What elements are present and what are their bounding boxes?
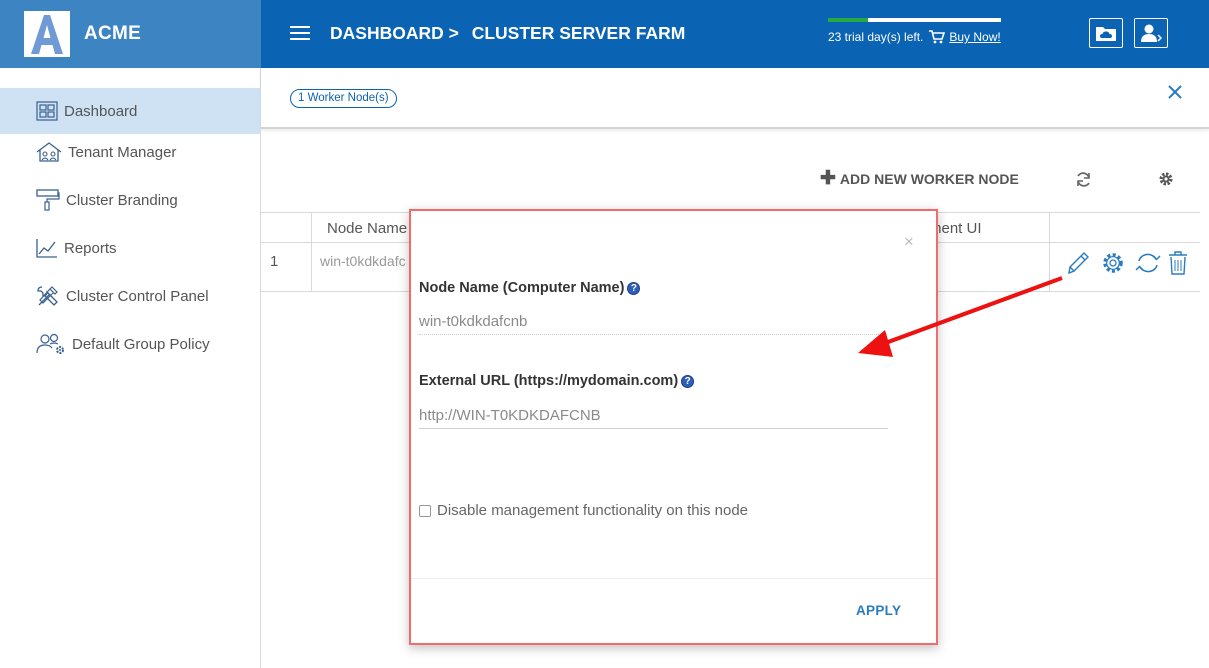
sidebar-item-label: Reports	[64, 239, 117, 257]
dashboard-icon	[36, 101, 58, 121]
trial-status: 23 trial day(s) left. Buy Now!	[828, 18, 1001, 44]
trial-progress-fill	[828, 18, 868, 22]
users-gear-icon	[36, 333, 64, 354]
cloud-folder-button[interactable]	[1089, 18, 1123, 48]
edit-node-dialog: × Node Name (Computer Name) ? External U…	[409, 209, 938, 645]
add-worker-node-button[interactable]: ✚ ADD NEW WORKER NODE	[820, 168, 1019, 189]
sidebar-item-default-group-policy[interactable]: Default Group Policy	[0, 321, 261, 367]
external-url-label: External URL (https://mydomain.com) ?	[419, 373, 695, 389]
add-worker-node-label: ADD NEW WORKER NODE	[839, 171, 1019, 187]
node-name-label-text: Node Name (Computer Name)	[419, 280, 625, 296]
sidebar-item-label: Default Group Policy	[72, 335, 210, 353]
help-icon[interactable]: ?	[681, 374, 695, 388]
plus-icon: ✚	[820, 168, 836, 189]
cart-icon	[929, 30, 946, 44]
close-icon[interactable]	[1165, 82, 1185, 102]
sidebar-item-label: Tenant Manager	[68, 143, 177, 161]
settings-gear-icon[interactable]	[1158, 171, 1174, 187]
trial-text: 23 trial day(s) left.	[828, 30, 924, 44]
external-url-label-text: External URL (https://mydomain.com)	[419, 373, 679, 389]
brand-name: ACME	[84, 23, 142, 44]
sidebar-item-label: Cluster Control Panel	[66, 287, 209, 305]
trial-progress-bar	[828, 18, 1001, 22]
refresh-icon[interactable]	[1075, 171, 1092, 188]
chart-icon	[36, 239, 57, 258]
delete-trash-icon[interactable]	[1167, 250, 1189, 276]
buy-now-link[interactable]: Buy Now!	[949, 30, 1000, 44]
hamburger-menu-icon[interactable]	[290, 24, 310, 42]
dialog-close-button[interactable]: ×	[904, 232, 914, 252]
sidebar-item-label: Cluster Branding	[66, 191, 178, 209]
sidebar: Dashboard Tenant Manager Cluster Brandin…	[0, 68, 261, 668]
node-settings-gear-icon[interactable]	[1100, 250, 1126, 276]
disable-management-option[interactable]: Disable management functionality on this…	[419, 502, 748, 519]
node-name-label: Node Name (Computer Name) ?	[419, 280, 641, 296]
breadcrumb: DASHBOARD > CLUSTER SERVER FARM	[330, 23, 693, 44]
apply-button[interactable]: APPLY	[856, 603, 901, 618]
sidebar-item-dashboard[interactable]: Dashboard	[0, 88, 261, 134]
sync-icon[interactable]	[1134, 250, 1162, 276]
tools-icon	[37, 286, 58, 306]
dialog-footer-divider	[411, 578, 936, 579]
breadcrumb-current: CLUSTER SERVER FARM	[471, 23, 686, 43]
cloud-folder-icon	[1096, 27, 1116, 41]
content-header: 1 Worker Node(s)	[261, 68, 1209, 129]
acme-logo	[24, 11, 70, 57]
brand-area: ACME	[0, 0, 261, 68]
edit-pencil-icon[interactable]	[1066, 250, 1090, 276]
column-divider	[1049, 213, 1050, 291]
sidebar-item-cluster-control-panel[interactable]: Cluster Control Panel	[0, 273, 261, 319]
sidebar-item-cluster-branding[interactable]: Cluster Branding	[0, 177, 261, 223]
help-icon[interactable]: ?	[627, 281, 641, 295]
column-header-node-name[interactable]: Node Name	[327, 220, 407, 237]
sidebar-item-label: Dashboard	[64, 102, 138, 120]
sidebar-item-reports[interactable]: Reports	[0, 225, 261, 271]
worker-count-badge[interactable]: 1 Worker Node(s)	[290, 89, 397, 108]
disable-management-checkbox[interactable]	[419, 504, 431, 517]
node-name-field[interactable]	[419, 309, 887, 335]
breadcrumb-root[interactable]: DASHBOARD >	[330, 23, 459, 43]
row-node-name: win-t0kdkdafc	[320, 253, 406, 269]
external-url-field[interactable]	[419, 403, 888, 429]
user-logout-icon	[1141, 24, 1162, 42]
row-index: 1	[270, 253, 279, 270]
paint-roller-icon	[36, 189, 60, 211]
disable-management-label: Disable management functionality on this…	[437, 502, 749, 519]
tenant-house-icon	[36, 142, 62, 162]
top-bar: DASHBOARD > CLUSTER SERVER FARM 23 trial…	[261, 0, 1209, 68]
sidebar-item-tenant-manager[interactable]: Tenant Manager	[0, 129, 261, 175]
column-divider	[311, 213, 312, 291]
user-account-button[interactable]	[1134, 18, 1168, 48]
